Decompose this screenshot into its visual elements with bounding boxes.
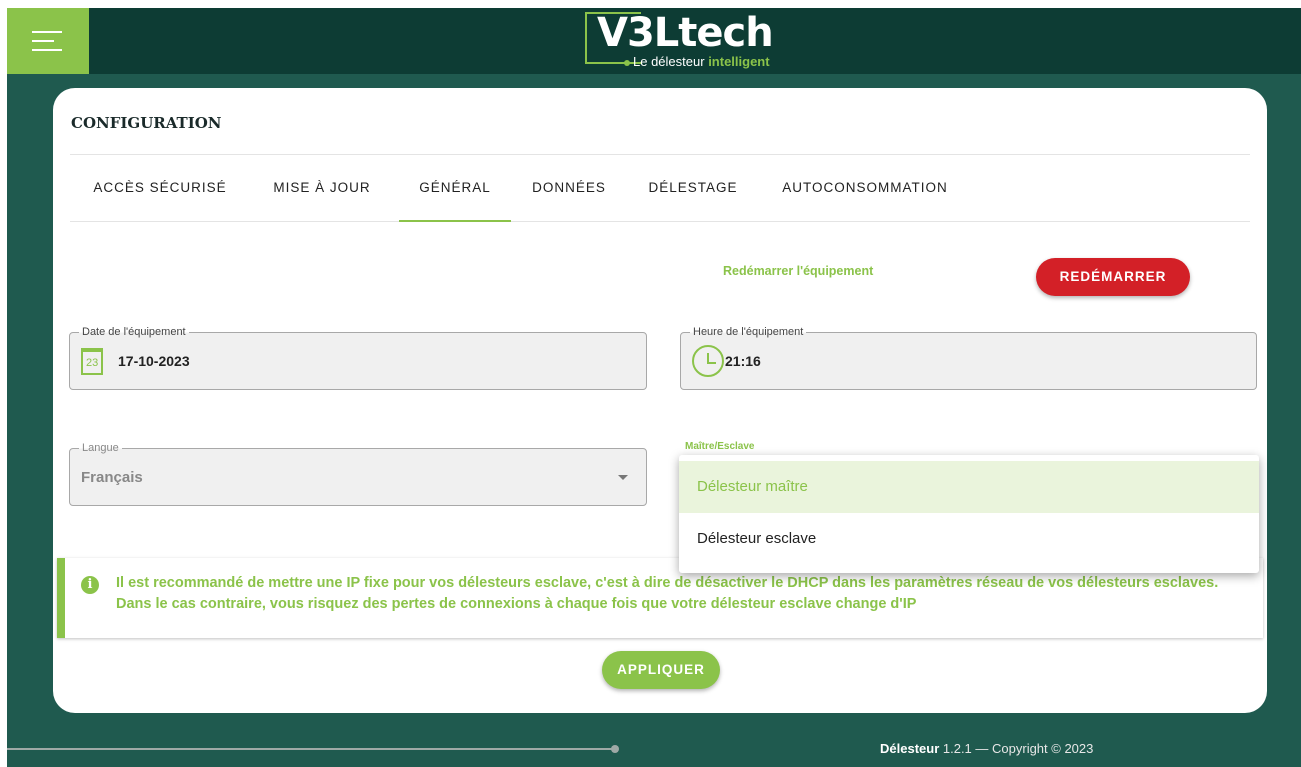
- app-container: V3Ltech Le délesteur intelligent CONFIGU…: [7, 8, 1301, 767]
- logo-tagline: Le délesteur intelligent: [633, 54, 770, 69]
- tab-mise-a-jour[interactable]: MISE À JOUR: [263, 176, 381, 222]
- footer-dot: [611, 745, 619, 753]
- apply-button[interactable]: APPLIQUER: [602, 651, 720, 689]
- date-field[interactable]: Date de l'équipement 23 17-10-2023: [69, 325, 647, 390]
- footer-version: 1.2.1 — Copyright © 2023: [942, 741, 1094, 756]
- page-title: CONFIGURATION: [71, 114, 222, 132]
- restart-label: Redémarrer l'équipement: [723, 264, 874, 278]
- dropdown-option-slave[interactable]: Délesteur esclave: [679, 513, 1259, 565]
- footer-text: Délesteur 1.2.1 — Copyright © 2023: [880, 741, 1093, 756]
- info-icon: i: [81, 576, 99, 594]
- language-value: Français: [81, 469, 143, 486]
- tab-donnees[interactable]: DONNÉES: [527, 176, 611, 222]
- logo: V3Ltech Le délesteur intelligent: [585, 10, 825, 72]
- menu-button[interactable]: [7, 8, 89, 74]
- time-field-label: Heure de l'équipement: [690, 325, 807, 339]
- top-bar: V3Ltech Le délesteur intelligent: [7, 8, 1301, 74]
- master-slave-dropdown: Délesteur maître Délesteur esclave: [679, 455, 1259, 573]
- tab-bar: ACCÈS SÉCURISÉ MISE À JOUR GÉNÉRAL DONNÉ…: [70, 176, 1250, 222]
- tab-autoconsommation[interactable]: AUTOCONSOMMATION: [772, 176, 958, 222]
- clock-icon: [692, 345, 724, 377]
- configuration-card: CONFIGURATION ACCÈS SÉCURISÉ MISE À JOUR…: [53, 88, 1267, 713]
- language-select[interactable]: Langue Français: [69, 441, 647, 506]
- tab-general[interactable]: GÉNÉRAL: [399, 176, 511, 222]
- divider: [70, 154, 1250, 155]
- date-value: 17-10-2023: [118, 353, 190, 369]
- chevron-down-icon: [618, 475, 628, 480]
- language-label: Langue: [79, 441, 122, 455]
- footer-app-name: Délesteur: [880, 741, 940, 756]
- footer-divider: [7, 748, 613, 750]
- time-field[interactable]: Heure de l'équipement 21:16: [680, 325, 1257, 390]
- tab-delestage[interactable]: DÉLESTAGE: [643, 176, 743, 222]
- dropdown-option-master[interactable]: Délesteur maître: [679, 461, 1259, 513]
- date-field-label: Date de l'équipement: [79, 325, 189, 339]
- master-slave-label: Maître/Esclave: [685, 441, 755, 452]
- tab-acces-securise[interactable]: ACCÈS SÉCURISÉ: [85, 176, 235, 222]
- time-value: 21:16: [725, 353, 761, 369]
- logo-main-text: V3Ltech: [597, 10, 774, 56]
- calendar-icon: 23: [81, 348, 103, 375]
- restart-button[interactable]: REDÉMARRER: [1036, 258, 1190, 296]
- info-message: Il est recommandé de mettre une IP fixe …: [116, 575, 1219, 612]
